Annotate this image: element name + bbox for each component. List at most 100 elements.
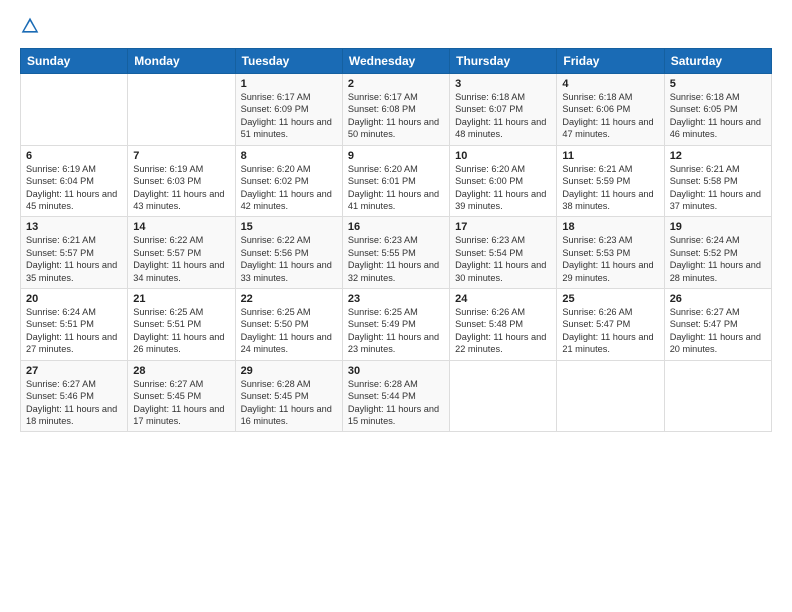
day-info: Sunrise: 6:25 AM Sunset: 5:50 PM Dayligh… [241, 306, 337, 356]
day-number: 7 [133, 150, 229, 162]
day-number: 27 [26, 365, 122, 377]
calendar-week-row: 20Sunrise: 6:24 AM Sunset: 5:51 PM Dayli… [21, 289, 772, 361]
day-number: 9 [348, 150, 444, 162]
day-info: Sunrise: 6:22 AM Sunset: 5:57 PM Dayligh… [133, 234, 229, 284]
table-row: 22Sunrise: 6:25 AM Sunset: 5:50 PM Dayli… [235, 289, 342, 361]
table-row [128, 74, 235, 146]
day-info: Sunrise: 6:26 AM Sunset: 5:48 PM Dayligh… [455, 306, 551, 356]
table-row: 5Sunrise: 6:18 AM Sunset: 6:05 PM Daylig… [664, 74, 771, 146]
day-info: Sunrise: 6:27 AM Sunset: 5:45 PM Dayligh… [133, 378, 229, 428]
day-info: Sunrise: 6:20 AM Sunset: 6:01 PM Dayligh… [348, 163, 444, 213]
day-info: Sunrise: 6:24 AM Sunset: 5:51 PM Dayligh… [26, 306, 122, 356]
day-number: 11 [562, 150, 658, 162]
col-sunday: Sunday [21, 49, 128, 74]
day-info: Sunrise: 6:20 AM Sunset: 6:00 PM Dayligh… [455, 163, 551, 213]
table-row: 9Sunrise: 6:20 AM Sunset: 6:01 PM Daylig… [342, 145, 449, 217]
day-info: Sunrise: 6:18 AM Sunset: 6:06 PM Dayligh… [562, 91, 658, 141]
day-number: 20 [26, 293, 122, 305]
table-row [21, 74, 128, 146]
table-row: 4Sunrise: 6:18 AM Sunset: 6:06 PM Daylig… [557, 74, 664, 146]
table-row: 28Sunrise: 6:27 AM Sunset: 5:45 PM Dayli… [128, 360, 235, 432]
col-saturday: Saturday [664, 49, 771, 74]
page-header [20, 16, 772, 38]
day-number: 28 [133, 365, 229, 377]
table-row: 29Sunrise: 6:28 AM Sunset: 5:45 PM Dayli… [235, 360, 342, 432]
day-number: 25 [562, 293, 658, 305]
day-number: 18 [562, 221, 658, 233]
table-row: 17Sunrise: 6:23 AM Sunset: 5:54 PM Dayli… [450, 217, 557, 289]
day-info: Sunrise: 6:28 AM Sunset: 5:44 PM Dayligh… [348, 378, 444, 428]
day-number: 4 [562, 78, 658, 90]
day-info: Sunrise: 6:25 AM Sunset: 5:49 PM Dayligh… [348, 306, 444, 356]
day-number: 26 [670, 293, 766, 305]
calendar-week-row: 13Sunrise: 6:21 AM Sunset: 5:57 PM Dayli… [21, 217, 772, 289]
day-info: Sunrise: 6:18 AM Sunset: 6:05 PM Dayligh… [670, 91, 766, 141]
day-info: Sunrise: 6:21 AM Sunset: 5:57 PM Dayligh… [26, 234, 122, 284]
table-row: 8Sunrise: 6:20 AM Sunset: 6:02 PM Daylig… [235, 145, 342, 217]
col-tuesday: Tuesday [235, 49, 342, 74]
logo-icon [20, 16, 40, 36]
day-info: Sunrise: 6:27 AM Sunset: 5:46 PM Dayligh… [26, 378, 122, 428]
day-number: 15 [241, 221, 337, 233]
day-number: 5 [670, 78, 766, 90]
day-number: 13 [26, 221, 122, 233]
table-row: 30Sunrise: 6:28 AM Sunset: 5:44 PM Dayli… [342, 360, 449, 432]
day-number: 8 [241, 150, 337, 162]
table-row: 24Sunrise: 6:26 AM Sunset: 5:48 PM Dayli… [450, 289, 557, 361]
day-number: 30 [348, 365, 444, 377]
table-row: 23Sunrise: 6:25 AM Sunset: 5:49 PM Dayli… [342, 289, 449, 361]
calendar-table: Sunday Monday Tuesday Wednesday Thursday… [20, 48, 772, 432]
col-wednesday: Wednesday [342, 49, 449, 74]
day-number: 16 [348, 221, 444, 233]
day-number: 12 [670, 150, 766, 162]
day-info: Sunrise: 6:28 AM Sunset: 5:45 PM Dayligh… [241, 378, 337, 428]
col-thursday: Thursday [450, 49, 557, 74]
table-row: 26Sunrise: 6:27 AM Sunset: 5:47 PM Dayli… [664, 289, 771, 361]
logo [20, 16, 44, 38]
calendar-header-row: Sunday Monday Tuesday Wednesday Thursday… [21, 49, 772, 74]
day-number: 17 [455, 221, 551, 233]
table-row: 19Sunrise: 6:24 AM Sunset: 5:52 PM Dayli… [664, 217, 771, 289]
day-info: Sunrise: 6:20 AM Sunset: 6:02 PM Dayligh… [241, 163, 337, 213]
table-row: 7Sunrise: 6:19 AM Sunset: 6:03 PM Daylig… [128, 145, 235, 217]
table-row [664, 360, 771, 432]
table-row: 21Sunrise: 6:25 AM Sunset: 5:51 PM Dayli… [128, 289, 235, 361]
table-row: 6Sunrise: 6:19 AM Sunset: 6:04 PM Daylig… [21, 145, 128, 217]
table-row [557, 360, 664, 432]
day-number: 14 [133, 221, 229, 233]
table-row: 15Sunrise: 6:22 AM Sunset: 5:56 PM Dayli… [235, 217, 342, 289]
table-row: 11Sunrise: 6:21 AM Sunset: 5:59 PM Dayli… [557, 145, 664, 217]
day-number: 2 [348, 78, 444, 90]
table-row: 2Sunrise: 6:17 AM Sunset: 6:08 PM Daylig… [342, 74, 449, 146]
day-info: Sunrise: 6:23 AM Sunset: 5:54 PM Dayligh… [455, 234, 551, 284]
day-info: Sunrise: 6:22 AM Sunset: 5:56 PM Dayligh… [241, 234, 337, 284]
day-number: 10 [455, 150, 551, 162]
table-row: 16Sunrise: 6:23 AM Sunset: 5:55 PM Dayli… [342, 217, 449, 289]
table-row: 13Sunrise: 6:21 AM Sunset: 5:57 PM Dayli… [21, 217, 128, 289]
day-number: 24 [455, 293, 551, 305]
day-number: 6 [26, 150, 122, 162]
table-row: 18Sunrise: 6:23 AM Sunset: 5:53 PM Dayli… [557, 217, 664, 289]
day-info: Sunrise: 6:24 AM Sunset: 5:52 PM Dayligh… [670, 234, 766, 284]
table-row: 12Sunrise: 6:21 AM Sunset: 5:58 PM Dayli… [664, 145, 771, 217]
col-monday: Monday [128, 49, 235, 74]
table-row: 14Sunrise: 6:22 AM Sunset: 5:57 PM Dayli… [128, 217, 235, 289]
day-info: Sunrise: 6:23 AM Sunset: 5:55 PM Dayligh… [348, 234, 444, 284]
table-row: 3Sunrise: 6:18 AM Sunset: 6:07 PM Daylig… [450, 74, 557, 146]
day-number: 22 [241, 293, 337, 305]
day-info: Sunrise: 6:19 AM Sunset: 6:03 PM Dayligh… [133, 163, 229, 213]
day-info: Sunrise: 6:27 AM Sunset: 5:47 PM Dayligh… [670, 306, 766, 356]
calendar-week-row: 1Sunrise: 6:17 AM Sunset: 6:09 PM Daylig… [21, 74, 772, 146]
calendar-week-row: 6Sunrise: 6:19 AM Sunset: 6:04 PM Daylig… [21, 145, 772, 217]
day-info: Sunrise: 6:26 AM Sunset: 5:47 PM Dayligh… [562, 306, 658, 356]
table-row [450, 360, 557, 432]
day-number: 29 [241, 365, 337, 377]
day-number: 19 [670, 221, 766, 233]
table-row: 20Sunrise: 6:24 AM Sunset: 5:51 PM Dayli… [21, 289, 128, 361]
day-number: 23 [348, 293, 444, 305]
day-number: 1 [241, 78, 337, 90]
col-friday: Friday [557, 49, 664, 74]
day-info: Sunrise: 6:25 AM Sunset: 5:51 PM Dayligh… [133, 306, 229, 356]
day-info: Sunrise: 6:17 AM Sunset: 6:09 PM Dayligh… [241, 91, 337, 141]
day-number: 3 [455, 78, 551, 90]
